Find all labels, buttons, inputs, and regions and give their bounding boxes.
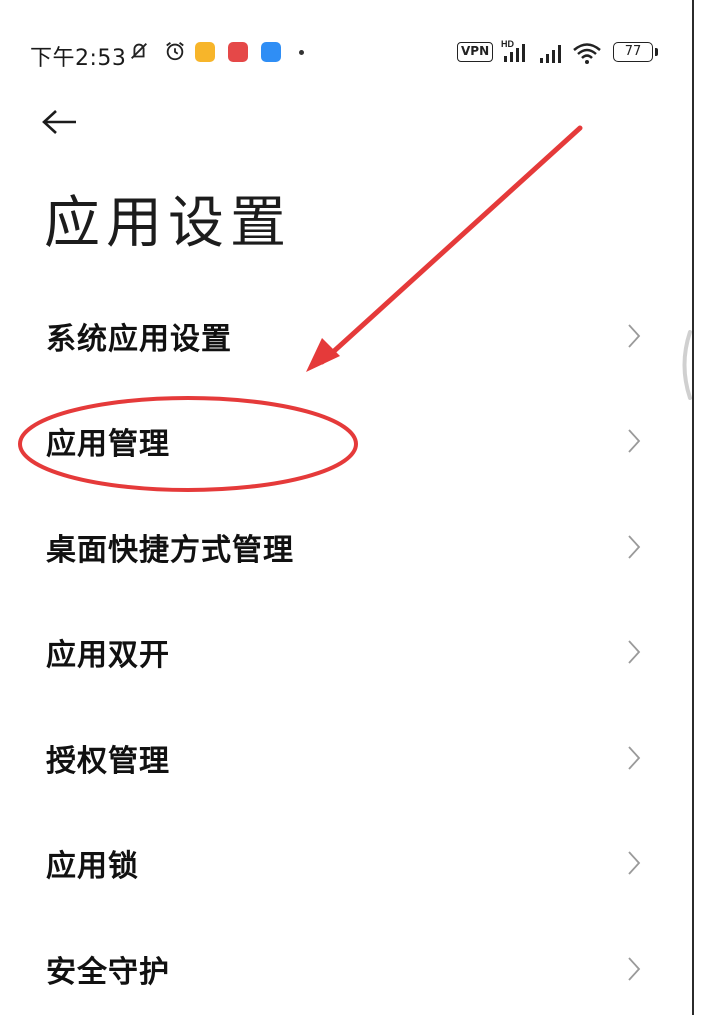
chevron-right-icon — [628, 851, 641, 875]
page-title: 应用设置 — [44, 191, 292, 256]
signal-icon-secondary — [540, 45, 561, 63]
vpn-icon: VPN — [457, 42, 494, 62]
app-notification-blue-icon — [261, 42, 281, 62]
list-item-label: 安全守护 — [46, 954, 170, 990]
status-time: 下午2:53 — [30, 46, 127, 71]
list-item-label: 系统应用设置 — [46, 321, 232, 357]
list-item-app-lock[interactable]: 应用锁 — [0, 811, 692, 917]
chevron-right-icon — [628, 957, 641, 981]
chevron-right-icon — [628, 746, 641, 770]
list-item-label: 授权管理 — [46, 743, 170, 779]
more-notifications-dot — [299, 50, 304, 55]
list-item-label: 应用锁 — [46, 849, 139, 885]
chevron-right-icon — [628, 324, 641, 348]
list-item-security-guard[interactable]: 安全守护 — [0, 916, 692, 1022]
chevron-right-icon — [628, 535, 641, 559]
list-item-dual-apps[interactable]: 应用双开 — [0, 600, 692, 706]
list-item-permission-management[interactable]: 授权管理 — [0, 705, 692, 811]
signal-icon: HD — [501, 39, 525, 62]
list-item-label: 桌面快捷方式管理 — [46, 532, 294, 568]
battery-cap — [655, 48, 658, 56]
list-item-label: 应用管理 — [46, 427, 170, 463]
mute-icon — [131, 43, 147, 59]
window-edge — [692, 0, 720, 1015]
app-settings-screen: 下午2:53 VPN HD 77 应用设置 系统应用设置 应用管理 桌面快捷方式… — [0, 0, 692, 1015]
status-bar: 下午2:53 VPN HD 77 — [0, 0, 692, 100]
chevron-right-icon — [628, 429, 641, 453]
wifi-icon — [573, 43, 601, 64]
chevron-right-icon — [628, 640, 641, 664]
list-item-label: 应用双开 — [46, 638, 170, 674]
back-button[interactable] — [40, 100, 96, 144]
settings-list: 系统应用设置 应用管理 桌面快捷方式管理 应用双开 授权管理 应用锁 安全守护 — [0, 283, 692, 1022]
hd-label: HD — [501, 39, 514, 49]
list-item-desktop-shortcut-management[interactable]: 桌面快捷方式管理 — [0, 494, 692, 600]
edge-swipe-handle[interactable] — [678, 330, 692, 400]
message-notification-icon — [195, 42, 215, 62]
app-notification-red-icon — [228, 42, 248, 62]
list-item-system-app-settings[interactable]: 系统应用设置 — [0, 283, 692, 389]
list-item-app-management[interactable]: 应用管理 — [0, 389, 692, 495]
arrow-left-icon — [42, 110, 76, 134]
alarm-icon — [166, 42, 184, 61]
battery-icon: 77 — [613, 42, 653, 62]
